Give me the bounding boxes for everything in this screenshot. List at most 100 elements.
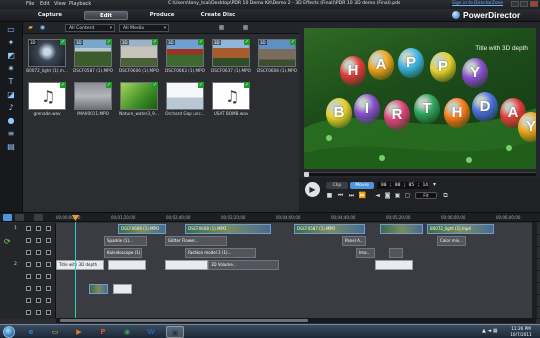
- close-button[interactable]: [530, 1, 538, 7]
- track-lock-checkbox[interactable]: [36, 262, 41, 267]
- timeline-clip[interactable]: [389, 248, 403, 258]
- zoom-fit-dropdown[interactable]: Fit: [415, 192, 437, 199]
- track-lane[interactable]: [56, 283, 536, 295]
- media-item[interactable]: ♫ ✓ grenade.wav: [28, 82, 66, 117]
- powerdirector-taskbar-icon[interactable]: ▣: [166, 326, 184, 338]
- start-button[interactable]: [3, 326, 15, 338]
- view-toggle-icon[interactable]: ▦: [217, 24, 226, 32]
- timeline-clip[interactable]: Sparkle (1)...: [104, 236, 147, 246]
- timeline-clip[interactable]: [89, 284, 108, 294]
- timeline-clip[interactable]: [113, 284, 132, 294]
- tab-edit[interactable]: Edit: [84, 11, 128, 20]
- voiceover-icon[interactable]: ●: [4, 116, 18, 126]
- timeline-horizontal-scrollbar[interactable]: [56, 318, 536, 323]
- menu-edit[interactable]: Edit: [40, 1, 50, 7]
- seek-slider-knob[interactable]: [304, 172, 309, 177]
- preview-seek-bar[interactable]: [304, 172, 536, 177]
- media-item[interactable]: 3D ✓ DSCF0587 (1).MPO: [73, 39, 113, 74]
- track-lane[interactable]: Title with 3D depth 3D Volume...: [56, 259, 536, 271]
- track-lane[interactable]: DSCF0606 (1).MPO DSCF0608 (1).MPO DSCF0587…: [56, 223, 536, 235]
- grid-view-icon[interactable]: ▦: [241, 24, 250, 32]
- timecode-stepper-icon[interactable]: ▾: [430, 181, 439, 189]
- media-player-icon[interactable]: ▶: [70, 326, 88, 338]
- timeline-clip[interactable]: Title with 3D depth: [56, 260, 104, 270]
- track-visibility-checkbox[interactable]: [46, 226, 51, 231]
- subtitle-room-icon[interactable]: ▤: [4, 142, 18, 152]
- import-folder-icon[interactable]: ▰: [26, 24, 35, 32]
- movie-mode-button[interactable]: Movie: [350, 182, 374, 189]
- timeline-clip[interactable]: Kaleidoscope (1)...: [104, 248, 142, 258]
- fast-forward-icon[interactable]: ⏩: [358, 192, 367, 200]
- timeline-clip[interactable]: [375, 260, 413, 270]
- media-item[interactable]: 3D ✓ DSCF0637 (1).MPO: [211, 39, 251, 74]
- snapshot-camera-icon[interactable]: ◙: [383, 192, 392, 200]
- menu-playback[interactable]: Playback: [69, 1, 91, 7]
- effects-room-icon[interactable]: ✦: [4, 38, 18, 48]
- scroll-thumb[interactable]: [60, 319, 308, 322]
- track-lane[interactable]: Sparkle (1)... Glitter Flower... Panel A..…: [56, 235, 536, 247]
- track-lane[interactable]: Kaleidoscope (1)... Fashion model 2 (1)..…: [56, 247, 536, 259]
- tab-capture[interactable]: Capture: [28, 11, 72, 20]
- fix-enhance-icon[interactable]: ⟳: [4, 237, 11, 246]
- track-lock-checkbox[interactable]: [36, 274, 41, 279]
- browser-icon[interactable]: ◉: [118, 326, 136, 338]
- word-icon[interactable]: W: [142, 326, 160, 338]
- pip-room-icon[interactable]: ◩: [4, 51, 18, 61]
- track-lock-checkbox[interactable]: [36, 298, 41, 303]
- powerpoint-icon[interactable]: P: [94, 326, 112, 338]
- track-enable-checkbox[interactable]: [26, 250, 31, 255]
- safe-zone-icon[interactable]: ▢: [403, 192, 412, 200]
- previous-frame-icon[interactable]: ⏮: [336, 192, 345, 200]
- internet-explorer-icon[interactable]: e: [22, 326, 40, 338]
- playhead-line[interactable]: [75, 222, 76, 318]
- web-import-icon[interactable]: ◉: [38, 24, 47, 32]
- menu-file[interactable]: File: [26, 1, 34, 7]
- track-enable-checkbox[interactable]: [26, 274, 31, 279]
- timeline-clip[interactable]: B0072_light (1).mp4: [427, 224, 494, 234]
- track-visibility-checkbox[interactable]: [46, 286, 51, 291]
- timeline-ruler[interactable]: 00;00;00;00 00;01;20;00 00;02;40;00 00;03;2…: [56, 214, 536, 221]
- media-item[interactable]: 3D ✓ DSCF0608 (1).MPO: [257, 39, 297, 74]
- track-enable-checkbox[interactable]: [26, 298, 31, 303]
- title-room-icon[interactable]: T: [4, 77, 18, 87]
- timeline-vertical-scrollbar[interactable]: [532, 222, 537, 318]
- track-visibility-checkbox[interactable]: [46, 310, 51, 315]
- volume-icon[interactable]: ◄: [373, 192, 382, 200]
- track-lock-checkbox[interactable]: [36, 310, 41, 315]
- timeline-clip[interactable]: DSCF0606 (1).MPO: [118, 224, 166, 234]
- transition-room-icon[interactable]: ◪: [4, 90, 18, 100]
- media-item[interactable]: 3D ✓ DSCF0606 (1).MPO: [119, 39, 159, 74]
- tab-produce[interactable]: Produce: [140, 11, 184, 20]
- minimize-button[interactable]: [511, 1, 519, 7]
- track-lock-checkbox[interactable]: [36, 238, 41, 243]
- audio-mixing-icon[interactable]: ♪: [4, 103, 18, 113]
- timeline-clip[interactable]: DSCF0608 (1).MPO: [185, 224, 271, 234]
- storyboard-view-icon[interactable]: [15, 214, 24, 221]
- track-visibility-checkbox[interactable]: [46, 274, 51, 279]
- chapter-room-icon[interactable]: ≡: [4, 129, 18, 139]
- stop-icon[interactable]: ■: [325, 192, 334, 200]
- timeline-view-icon[interactable]: [3, 214, 12, 221]
- media-item[interactable]: ♫ ✓ USAT BOMB.wav: [212, 82, 250, 117]
- track-enable-checkbox[interactable]: [26, 226, 31, 231]
- taskbar-clock[interactable]: 11:26 PM 10/7/2011: [504, 326, 538, 338]
- track-enable-checkbox[interactable]: [26, 286, 31, 291]
- media-item[interactable]: 3D ✓ B0072_light (1).m...: [26, 39, 68, 74]
- timeline-clip[interactable]: [165, 260, 208, 270]
- media-item[interactable]: ✓ Orchard Gap unc...: [165, 82, 205, 117]
- media-room-icon[interactable]: ▭: [4, 25, 18, 35]
- timeline-clip[interactable]: Fashion model 2 (1)...: [185, 248, 256, 258]
- track-visibility-checkbox[interactable]: [46, 238, 51, 243]
- next-frame-icon[interactable]: ⏭: [347, 192, 356, 200]
- clip-mode-button[interactable]: Clip: [326, 182, 348, 189]
- timeline-clip[interactable]: Color mix...: [437, 236, 466, 246]
- track-lock-checkbox[interactable]: [36, 250, 41, 255]
- track-lane[interactable]: [56, 295, 536, 307]
- track-visibility-checkbox[interactable]: [46, 262, 51, 267]
- track-lock-checkbox[interactable]: [36, 226, 41, 231]
- track-visibility-checkbox[interactable]: [46, 250, 51, 255]
- media-item[interactable]: ✓ Nature_water3_9...: [119, 82, 159, 117]
- play-button[interactable]: ▶: [305, 182, 320, 197]
- track-enable-checkbox[interactable]: [26, 262, 31, 267]
- media-filter-dropdown[interactable]: All Media ▾: [119, 24, 169, 32]
